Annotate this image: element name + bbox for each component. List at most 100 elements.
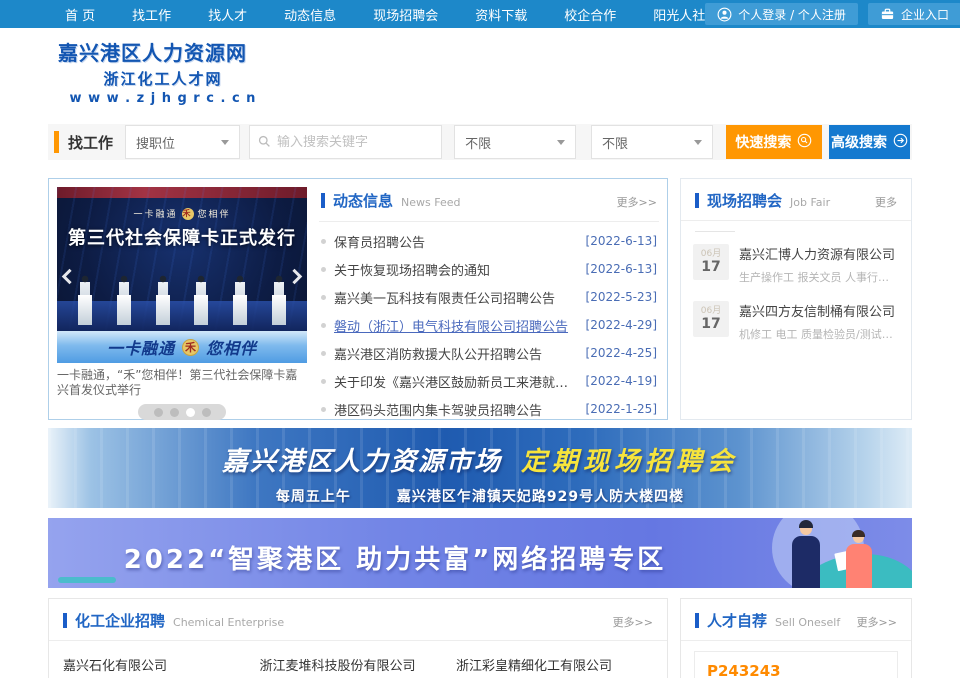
job-fair-item[interactable]: 06月 17 嘉兴四方友信制桶有限公司 机修工 电工 质量检验员/测试员 叉车.… <box>681 291 911 348</box>
talent-subtitle: Sell Oneself <box>775 616 840 629</box>
nav-item-home[interactable]: 首 页 <box>65 5 95 24</box>
carousel: 一卡融通 禾 您相伴 第三代社会保障卡正式发行 <box>57 187 307 411</box>
banner1-schedule: 每周五上午 <box>276 486 351 506</box>
slide-tagline: 一卡融通 禾 您相伴 <box>57 207 307 220</box>
chemical-company-list: 嘉兴石化有限公司 工艺员 设备管理 警卫（残疾工） 浙江麦堆科技股份有限公司 销… <box>49 641 667 678</box>
site-logo[interactable]: 嘉兴港区人力资源网 浙江化工人才网 w w w . z j h g r c . … <box>58 37 268 106</box>
job-fair-item[interactable]: 06月 17 嘉兴汇博人力资源有限公司 生产操作工 报关文员 人事行政助理... <box>681 234 911 291</box>
person-figure <box>155 275 171 325</box>
chevron-down-icon <box>694 140 702 145</box>
talent-panel: 人才自荐 Sell Oneself 更多>> P243243 男 ｜ 嘉兴市->… <box>680 598 912 678</box>
carousel-caption[interactable]: 一卡融通，“禾”您相伴！第三代社会保障卡嘉兴首发仪式举行 <box>57 368 307 398</box>
nav-item-news[interactable]: 动态信息 <box>284 5 336 24</box>
news-item-title: 港区码头范围内集卡驾驶员招聘公告 <box>334 400 576 419</box>
carousel-dot-4[interactable] <box>202 408 211 417</box>
banner-tagline-left: 一卡融通 <box>107 335 175 359</box>
nav-item-find-job[interactable]: 找工作 <box>132 5 171 24</box>
news-item-title: 嘉兴美一瓦科技有限责任公司招聘公告 <box>334 288 576 307</box>
talent-title: 人才自荐 <box>707 610 767 631</box>
circled-arrow-right-icon <box>893 133 908 151</box>
job-fair-more-link[interactable]: 更多 <box>875 194 897 210</box>
enterprise-entry-label: 企业入口 <box>901 6 949 23</box>
news-item[interactable]: 关于印发《嘉兴港区鼓励新员工来港就业补助操作... [2022-4-19] <box>321 367 657 395</box>
search-filter2-value: 不限 <box>602 133 628 152</box>
slide-tagline-right: 您相伴 <box>198 207 231 220</box>
seal-icon: 禾 <box>182 208 194 220</box>
news-item[interactable]: 嘉兴美一瓦科技有限责任公司招聘公告 [2022-5-23] <box>321 283 657 311</box>
dash-decor <box>58 577 116 583</box>
chemical-title: 化工企业招聘 <box>75 610 165 631</box>
banner2-illustration <box>722 518 912 588</box>
company-item[interactable]: 嘉兴石化有限公司 工艺员 设备管理 警卫（残疾工） <box>63 655 259 678</box>
nav-item-school-cooperation[interactable]: 校企合作 <box>564 5 616 24</box>
search-type-select[interactable]: 搜职位 <box>125 125 240 159</box>
carousel-dots <box>138 404 226 420</box>
news-item[interactable]: 港区码头范围内集卡驾驶员招聘公告 [2022-1-25] <box>321 395 657 423</box>
section-accent-bar <box>321 193 325 208</box>
talent-card[interactable]: P243243 男 ｜ 嘉兴市->嘉兴港区 ｜ 八年以上 <box>694 651 898 678</box>
carousel-dot-2[interactable] <box>170 408 179 417</box>
news-more-link[interactable]: 更多>> <box>617 194 657 210</box>
quick-search-button[interactable]: 快速搜索 <box>726 125 822 159</box>
nav-item-job-fair[interactable]: 现场招聘会 <box>373 5 438 24</box>
news-item-title: 关于印发《嘉兴港区鼓励新员工来港就业补助操作... <box>334 372 576 391</box>
banner1-subtitle: 每周五上午 嘉兴港区乍浦镇天妃路929号人防大楼四楼 <box>48 486 912 506</box>
search-input-wrap <box>249 125 442 159</box>
nav-item-downloads[interactable]: 资料下载 <box>475 5 527 24</box>
job-fair-company: 嘉兴四方友信制桶有限公司 <box>739 301 899 320</box>
person-figure <box>116 275 132 325</box>
news-item[interactable]: 保育员招聘公告 [2022-6-13] <box>321 227 657 255</box>
advanced-search-button[interactable]: 高级搜索 <box>829 125 910 159</box>
date-badge: 06月 17 <box>693 301 729 337</box>
nav-item-sunshine-hr[interactable]: 阳光人社 <box>653 5 705 24</box>
talent-more-link[interactable]: 更多>> <box>857 614 897 630</box>
news-item-title: 关于恢复现场招聘会的通知 <box>334 260 576 279</box>
online-recruitment-banner[interactable]: 2022“智聚港区 助力共富”网络招聘专区 <box>48 518 912 588</box>
main-content-row: 一卡融通 禾 您相伴 第三代社会保障卡正式发行 <box>48 178 912 420</box>
nav-item-find-talent[interactable]: 找人才 <box>208 5 247 24</box>
news-list: 保育员招聘公告 [2022-6-13] 关于恢复现场招聘会的通知 [2022-6… <box>319 222 659 451</box>
news-item-title: 保育员招聘公告 <box>334 232 576 251</box>
briefcase-icon <box>880 7 895 22</box>
advanced-search-label: 高级搜索 <box>831 132 887 152</box>
job-fair-banner[interactable]: 嘉兴港区人力资源市场 定期现场招聘会 每周五上午 嘉兴港区乍浦镇天妃路929号人… <box>48 428 912 508</box>
divider <box>695 231 735 232</box>
news-item-date: [2022-5-23] <box>586 290 657 304</box>
carousel-dot-1[interactable] <box>154 408 163 417</box>
news-item-date: [2022-1-25] <box>586 402 657 416</box>
nav-actions: 个人登录 / 个人注册 企业入口 <box>705 3 960 25</box>
enterprise-entry-button[interactable]: 企业入口 <box>868 3 960 25</box>
job-fair-title: 现场招聘会 <box>707 190 782 211</box>
personal-login-button[interactable]: 个人登录 / 个人注册 <box>705 3 858 25</box>
news-title: 动态信息 <box>333 190 393 211</box>
job-fair-panel: 现场招聘会 Job Fair 更多 06月 17 嘉兴汇博人力资源有限公司 生产… <box>680 178 912 420</box>
carousel-dot-3[interactable] <box>186 408 195 417</box>
bullet-icon <box>321 351 326 356</box>
news-item-title: 磐动（浙江）电气科技有限公司招聘公告 <box>334 316 576 335</box>
company-name: 嘉兴石化有限公司 <box>63 655 259 674</box>
search-keyword-input[interactable] <box>277 135 433 150</box>
site-title: 嘉兴港区人力资源网 <box>58 37 268 66</box>
news-subtitle: News Feed <box>401 196 460 209</box>
banner1-address: 嘉兴港区乍浦镇天妃路929号人防大楼四楼 <box>397 486 684 506</box>
company-item[interactable]: 浙江麦堆科技股份有限公司 销售专员 会计 土建主管 <box>259 655 455 678</box>
search-filter1-select[interactable]: 不限 <box>454 125 576 159</box>
search-category-label: 找工作 <box>68 132 113 153</box>
search-icon <box>258 133 277 152</box>
chemical-more-link[interactable]: 更多>> <box>613 614 653 630</box>
person-figure <box>232 275 248 325</box>
news-item[interactable]: 磐动（浙江）电气科技有限公司招聘公告 [2022-4-29] <box>321 311 657 339</box>
site-header: 嘉兴港区人力资源网 浙江化工人才网 w w w . z j h g r c . … <box>0 28 960 114</box>
job-fair-jobs: 生产操作工 报关文员 人事行政助理... <box>739 269 899 285</box>
company-item[interactable]: 浙江彩皇精细化工有限公司 普工（制造科） 营业担当 <box>456 655 652 678</box>
carousel-slide[interactable]: 一卡融通 禾 您相伴 第三代社会保障卡正式发行 <box>57 187 307 363</box>
bullet-icon <box>321 379 326 384</box>
news-item-date: [2022-4-29] <box>586 318 657 332</box>
bottom-row: 化工企业招聘 Chemical Enterprise 更多>> 嘉兴石化有限公司… <box>48 598 912 678</box>
section-accent-bar <box>695 193 699 208</box>
news-item[interactable]: 嘉兴港区消防救援大队公开招聘公告 [2022-4-25] <box>321 339 657 367</box>
personal-login-label: 个人登录 / 个人注册 <box>738 6 846 23</box>
search-filter2-select[interactable]: 不限 <box>591 125 713 159</box>
news-item[interactable]: 关于恢复现场招聘会的通知 [2022-6-13] <box>321 255 657 283</box>
stage-people-decor <box>77 275 287 325</box>
